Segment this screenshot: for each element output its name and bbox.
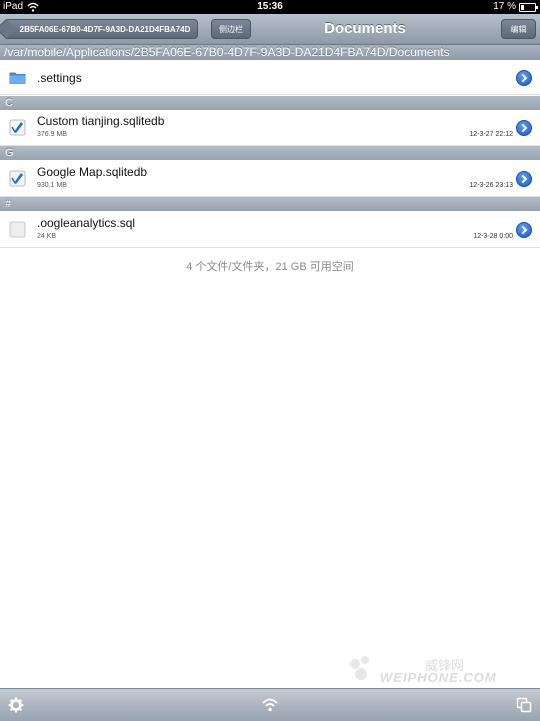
status-time: 15:36 (257, 1, 283, 12)
file-date: 12-3-28 0:00 (473, 233, 513, 240)
database-file-icon (9, 170, 26, 187)
section-header: C (0, 96, 540, 110)
battery-icon (519, 3, 538, 12)
back-button-label: 2B5FA06E-67B0-4D7F-9A3D-DA21D4FBA74D (19, 25, 191, 34)
file-date: 12-3-27 22:12 (469, 131, 513, 138)
section-header: G (0, 146, 540, 160)
list-item[interactable]: Custom tianjing.sqlitedb 376.9 MB 12-3-2… (0, 110, 540, 146)
battery-percent: 17 % (493, 1, 516, 12)
section-header: # (0, 197, 540, 211)
navigation-bar: 2B5FA06E-67B0-4D7F-9A3D-DA21D4FBA74D 侧边栏… (0, 14, 540, 45)
detail-disclosure-icon[interactable] (516, 120, 532, 136)
file-size: 24 KB (37, 233, 57, 240)
list-item[interactable]: Google Map.sqlitedb 930.1 MB 12-3-26 23:… (0, 160, 540, 197)
database-file-icon (9, 119, 26, 136)
file-name: Google Map.sqlitedb (37, 165, 148, 179)
detail-disclosure-icon[interactable] (516, 222, 532, 238)
file-name: Custom tianjing.sqlitedb (37, 114, 165, 128)
sidebar-button[interactable]: 侧边栏 (211, 19, 251, 39)
detail-disclosure-icon[interactable] (516, 171, 532, 187)
back-arrow-icon (0, 19, 16, 39)
file-size: 930.1 MB (37, 182, 67, 189)
path-breadcrumb: /var/mobile/Applications/2B5FA06E-67B0-4… (0, 45, 540, 60)
folder-icon (9, 72, 26, 84)
wifi-sharing-icon[interactable] (262, 697, 278, 713)
list-item[interactable]: .settings (0, 61, 540, 95)
back-button[interactable]: 2B5FA06E-67B0-4D7F-9A3D-DA21D4FBA74D (0, 19, 198, 39)
storage-summary: 4 个文件/文件夹，21 GB 可用空间 (186, 261, 354, 273)
gear-icon[interactable] (8, 697, 24, 713)
edit-button[interactable]: 编辑 (501, 19, 536, 39)
file-name: .settings (37, 71, 82, 85)
watermark-logo-text: WEIPHONE.COM (380, 670, 497, 685)
watermark-logo-icon (350, 656, 369, 680)
blank-file-icon (9, 221, 26, 238)
file-date: 12-3-26 23:13 (469, 182, 513, 189)
page-title: Documents (324, 20, 406, 37)
detail-disclosure-icon[interactable] (516, 70, 532, 86)
bottom-toolbar (0, 688, 540, 721)
watermark: 威锋网 WEIPHONE.COM (345, 652, 535, 688)
copy-windows-icon[interactable] (516, 697, 532, 713)
status-bar: iPad 15:36 17 % (0, 0, 540, 14)
file-size: 376.9 MB (37, 131, 67, 138)
file-name: .oogleanalytics.sql (37, 216, 136, 230)
list-item[interactable]: .oogleanalytics.sql 24 KB 12-3-28 0:00 (0, 211, 540, 248)
